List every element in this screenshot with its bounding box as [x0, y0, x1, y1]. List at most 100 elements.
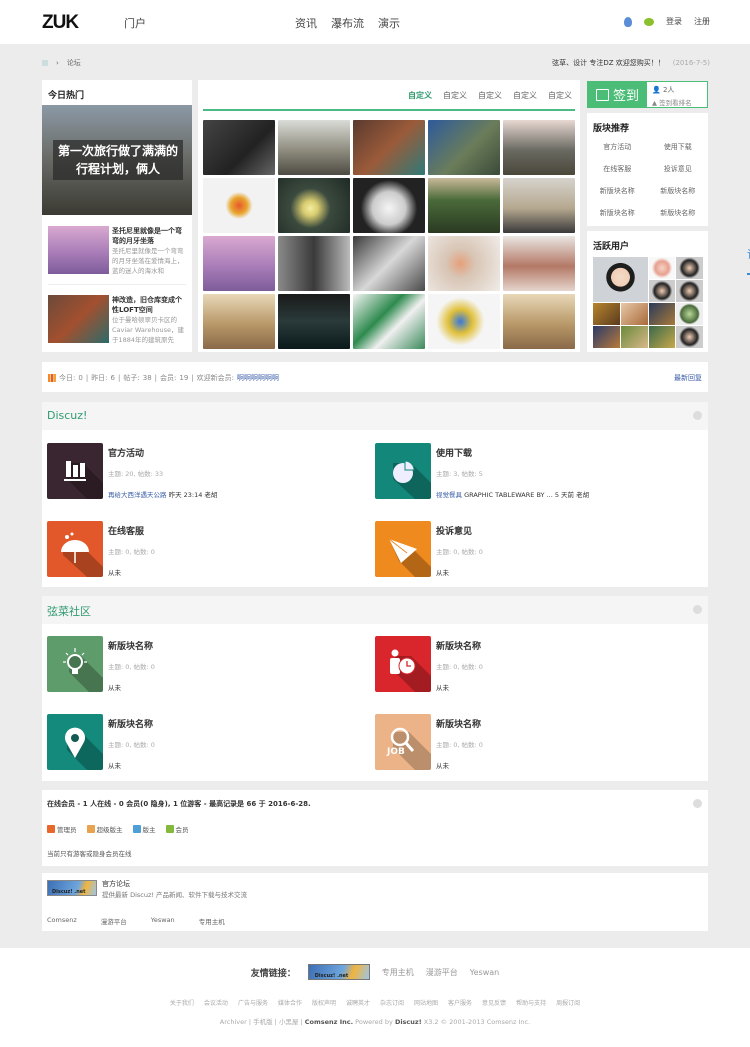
recommend-item[interactable]: 使用下载	[648, 142, 709, 152]
collapse-icon[interactable]	[693, 799, 702, 808]
gallery-image[interactable]	[428, 236, 500, 291]
friend-logo-discuz[interactable]: Discuz! .net	[307, 964, 370, 980]
gallery-image[interactable]	[203, 178, 275, 233]
sign-rank-link[interactable]: ▲ 签到看排名	[652, 97, 692, 107]
recommend-item[interactable]: 官方活动	[587, 142, 648, 152]
gallery-tab[interactable]: 自定义	[513, 90, 537, 101]
footer-link[interactable]: 媒体合作	[278, 998, 302, 1007]
footer-link[interactable]: 网站地图	[414, 998, 438, 1007]
sign-in-button[interactable]: 签到	[588, 82, 647, 107]
gallery-image[interactable]	[428, 120, 500, 175]
section-title[interactable]: Discuz!	[47, 409, 87, 422]
footer-link[interactable]: 关于我们	[170, 998, 194, 1007]
gallery-tab[interactable]: 自定义	[548, 90, 572, 101]
chart-icon[interactable]	[47, 443, 103, 499]
product-link[interactable]: Discuz!	[395, 1018, 422, 1026]
gallery-image[interactable]	[503, 120, 575, 175]
latest-replies-link[interactable]: 最新回复	[674, 373, 702, 383]
company-name[interactable]: Comsenz Inc.	[487, 1018, 531, 1026]
footer-link[interactable]: 诚聘英才	[346, 998, 370, 1007]
notice-text[interactable]: 弦草、设计 专注DZ 欢迎您购买！！	[552, 59, 665, 67]
avatar[interactable]	[676, 326, 703, 348]
recommend-item[interactable]: 在线客服	[587, 164, 648, 174]
breadcrumb-current[interactable]: 论坛	[67, 58, 81, 68]
gallery-image[interactable]	[278, 294, 350, 349]
collapse-icon[interactable]	[693, 605, 702, 614]
nav-news[interactable]: 资讯	[295, 15, 317, 44]
hot-item-thumb[interactable]	[48, 226, 109, 274]
avatar[interactable]	[648, 280, 676, 302]
recommend-item[interactable]: 新版块名称	[587, 186, 648, 196]
avatar[interactable]	[648, 303, 676, 325]
hot-item-title[interactable]: 神改造，旧仓库变成个性LOFT空间	[112, 295, 187, 315]
avatar[interactable]	[676, 303, 703, 325]
gallery-image[interactable]	[278, 120, 350, 175]
avatar[interactable]	[676, 280, 703, 302]
gallery-tab[interactable]: 自定义	[443, 90, 467, 101]
forum-name[interactable]: 新版块名称	[436, 639, 481, 652]
footer-link[interactable]: 广告与服务	[238, 998, 268, 1007]
link-item[interactable]: 漫游平台	[101, 916, 127, 926]
nav-waterfall[interactable]: 瀑布流	[331, 15, 364, 44]
gallery-tab[interactable]: 自定义	[408, 90, 432, 101]
gallery-image[interactable]	[353, 120, 425, 175]
avatar[interactable]	[593, 257, 648, 302]
footer-link[interactable]: 杂志订阅	[380, 998, 404, 1007]
blackroom-link[interactable]: 小黑屋	[279, 1018, 299, 1026]
gallery-tab[interactable]: 自定义	[478, 90, 502, 101]
avatar[interactable]	[620, 326, 648, 348]
collapse-icon[interactable]	[693, 411, 702, 420]
hot-item-title[interactable]: 圣托尼里就像是一个弯弯的月牙坐落	[112, 226, 187, 246]
footer-link[interactable]: 周报订阅	[556, 998, 580, 1007]
hero-caption[interactable]: 第一次旅行做了满满的行程计划，俩人	[53, 140, 183, 180]
avatar[interactable]	[593, 326, 620, 348]
recommend-item[interactable]: 新版块名称	[648, 186, 709, 196]
official-forum-link[interactable]: 官方论坛	[102, 879, 130, 889]
recommend-item[interactable]: 投诉意见	[648, 164, 709, 174]
forum-name[interactable]: 新版块名称	[108, 639, 153, 652]
gallery-image[interactable]	[428, 294, 500, 349]
gallery-image[interactable]	[353, 178, 425, 233]
lightbulb-icon[interactable]	[47, 636, 103, 692]
archiver-link[interactable]: Archiver	[220, 1018, 247, 1026]
paper-plane-icon[interactable]	[375, 521, 431, 577]
gallery-image[interactable]	[503, 178, 575, 233]
footer-link[interactable]: 会议活动	[204, 998, 228, 1007]
recommend-item[interactable]: 新版块名称	[648, 208, 709, 218]
person-clock-icon[interactable]	[375, 636, 431, 692]
gallery-image[interactable]	[203, 120, 275, 175]
discuz-logo[interactable]: Discuz! .net	[47, 880, 97, 896]
forum-name[interactable]: 新版块名称	[108, 717, 153, 730]
mobile-link[interactable]: 手机版	[253, 1018, 273, 1026]
link-item[interactable]: Comsenz	[47, 916, 77, 926]
company-link[interactable]: Comsenz Inc.	[305, 1018, 353, 1026]
section-title[interactable]: 弦菜社区	[47, 603, 91, 619]
link-item[interactable]: 专用主机	[199, 916, 225, 926]
gallery-image[interactable]	[503, 236, 575, 291]
footer-link[interactable]: 意见反馈	[482, 998, 506, 1007]
footer-link[interactable]: 帮助与支持	[516, 998, 546, 1007]
login-link[interactable]: 登录	[666, 16, 682, 27]
avatar[interactable]	[676, 257, 703, 279]
hot-item-thumb[interactable]	[48, 295, 109, 343]
umbrella-icon[interactable]	[47, 521, 103, 577]
pie-chart-icon[interactable]	[375, 443, 431, 499]
last-post-link[interactable]: 视觉餐具	[436, 491, 462, 499]
avatar[interactable]	[620, 303, 648, 325]
forum-name[interactable]: 使用下载	[436, 446, 472, 459]
wechat-icon[interactable]	[644, 17, 654, 26]
gallery-image[interactable]	[203, 294, 275, 349]
friend-link[interactable]: 漫游平台	[426, 967, 458, 978]
gallery-image[interactable]	[353, 236, 425, 291]
nav-portal[interactable]: 门户	[124, 15, 146, 44]
nav-demo[interactable]: 演示	[378, 15, 400, 44]
forum-name[interactable]: 在线客服	[108, 524, 144, 537]
avatar[interactable]	[593, 303, 620, 325]
last-post-link[interactable]: 再给大西洋遇天公路	[108, 491, 167, 499]
logo[interactable]: ZUK	[42, 12, 79, 34]
forum-name[interactable]: 新版块名称	[436, 717, 481, 730]
gallery-image[interactable]	[428, 178, 500, 233]
recommend-item[interactable]: 新版块名称	[587, 208, 648, 218]
job-search-icon[interactable]: JOB	[375, 714, 431, 770]
forum-name[interactable]: 官方活动	[108, 446, 144, 459]
